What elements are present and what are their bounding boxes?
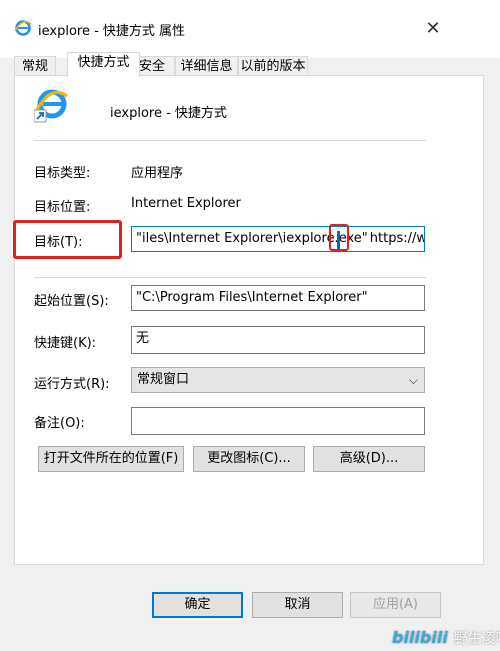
tab-strip: 常规 快捷方式 安全 详细信息 以前的版本	[14, 52, 494, 77]
highlight-quote	[329, 224, 349, 251]
highlight-target-label	[13, 220, 122, 259]
target-location-label: 目标位置:	[34, 200, 91, 215]
watermark: bilibili 野生凌喵	[392, 628, 500, 648]
window-title: iexplore - 快捷方式 属性	[38, 24, 186, 39]
divider	[34, 140, 426, 141]
apply-button[interactable]: 应用(A)	[350, 592, 441, 618]
start-in-input[interactable]: "C:\Program Files\Internet Explorer"	[131, 285, 425, 311]
target-path-text: "iles\Internet Explorer\iexplore.exe	[136, 231, 362, 246]
open-file-location-button[interactable]: 打开文件所在的位置(F)	[38, 446, 184, 472]
ok-button[interactable]: 确定	[152, 592, 243, 618]
comment-input[interactable]	[131, 407, 425, 435]
target-location-value: Internet Explorer	[131, 196, 241, 211]
close-button[interactable]: ✕	[418, 14, 448, 44]
hotkey-label: 快捷键(K):	[34, 336, 97, 351]
title-bar: iexplore - 快捷方式 属性 ✕	[0, 0, 500, 58]
properties-dialog: iexplore - 快捷方式 属性 ✕ 常规 快捷方式 安全 详细信息 以前的…	[0, 0, 500, 651]
target-quote-text: "	[361, 231, 368, 246]
cancel-button[interactable]: 取消	[252, 592, 343, 618]
target-url-text: https://www.b	[369, 231, 424, 246]
close-icon: ✕	[425, 18, 441, 39]
target-input[interactable]: "iles\Internet Explorer\iexplore.exe" htt…	[131, 226, 425, 252]
shortcut-name: iexplore - 快捷方式	[110, 106, 227, 121]
chevron-down-icon: ⌵	[408, 373, 418, 387]
bilibili-logo: bilibili	[392, 628, 448, 647]
watermark-text: 野生凌喵	[453, 631, 500, 647]
tab-panel	[14, 75, 484, 565]
advanced-button[interactable]: 高级(D)...	[313, 446, 425, 472]
run-select-value: 常规窗口	[137, 372, 190, 387]
target-type-label: 目标类型:	[34, 166, 91, 181]
tab-details[interactable]: 详细信息	[175, 56, 238, 76]
divider	[34, 277, 426, 278]
run-label: 运行方式(R):	[34, 377, 110, 392]
run-select[interactable]: 常规窗口 ⌵	[131, 367, 425, 393]
hotkey-input[interactable]: 无	[131, 326, 425, 354]
tab-shortcut[interactable]: 快捷方式	[67, 52, 140, 77]
tab-general[interactable]: 常规	[14, 56, 56, 76]
start-in-label: 起始位置(S):	[34, 294, 109, 309]
change-icon-button[interactable]: 更改图标(C)...	[193, 446, 305, 472]
comment-label: 备注(O):	[34, 416, 85, 431]
target-type-value: 应用程序	[131, 166, 184, 181]
internet-explorer-icon	[14, 20, 32, 36]
internet-explorer-shortcut-icon	[34, 89, 68, 123]
tab-previous-versions[interactable]: 以前的版本	[238, 56, 308, 76]
target-input-value: "iles\Internet Explorer\iexplore.exe" htt…	[136, 227, 424, 251]
